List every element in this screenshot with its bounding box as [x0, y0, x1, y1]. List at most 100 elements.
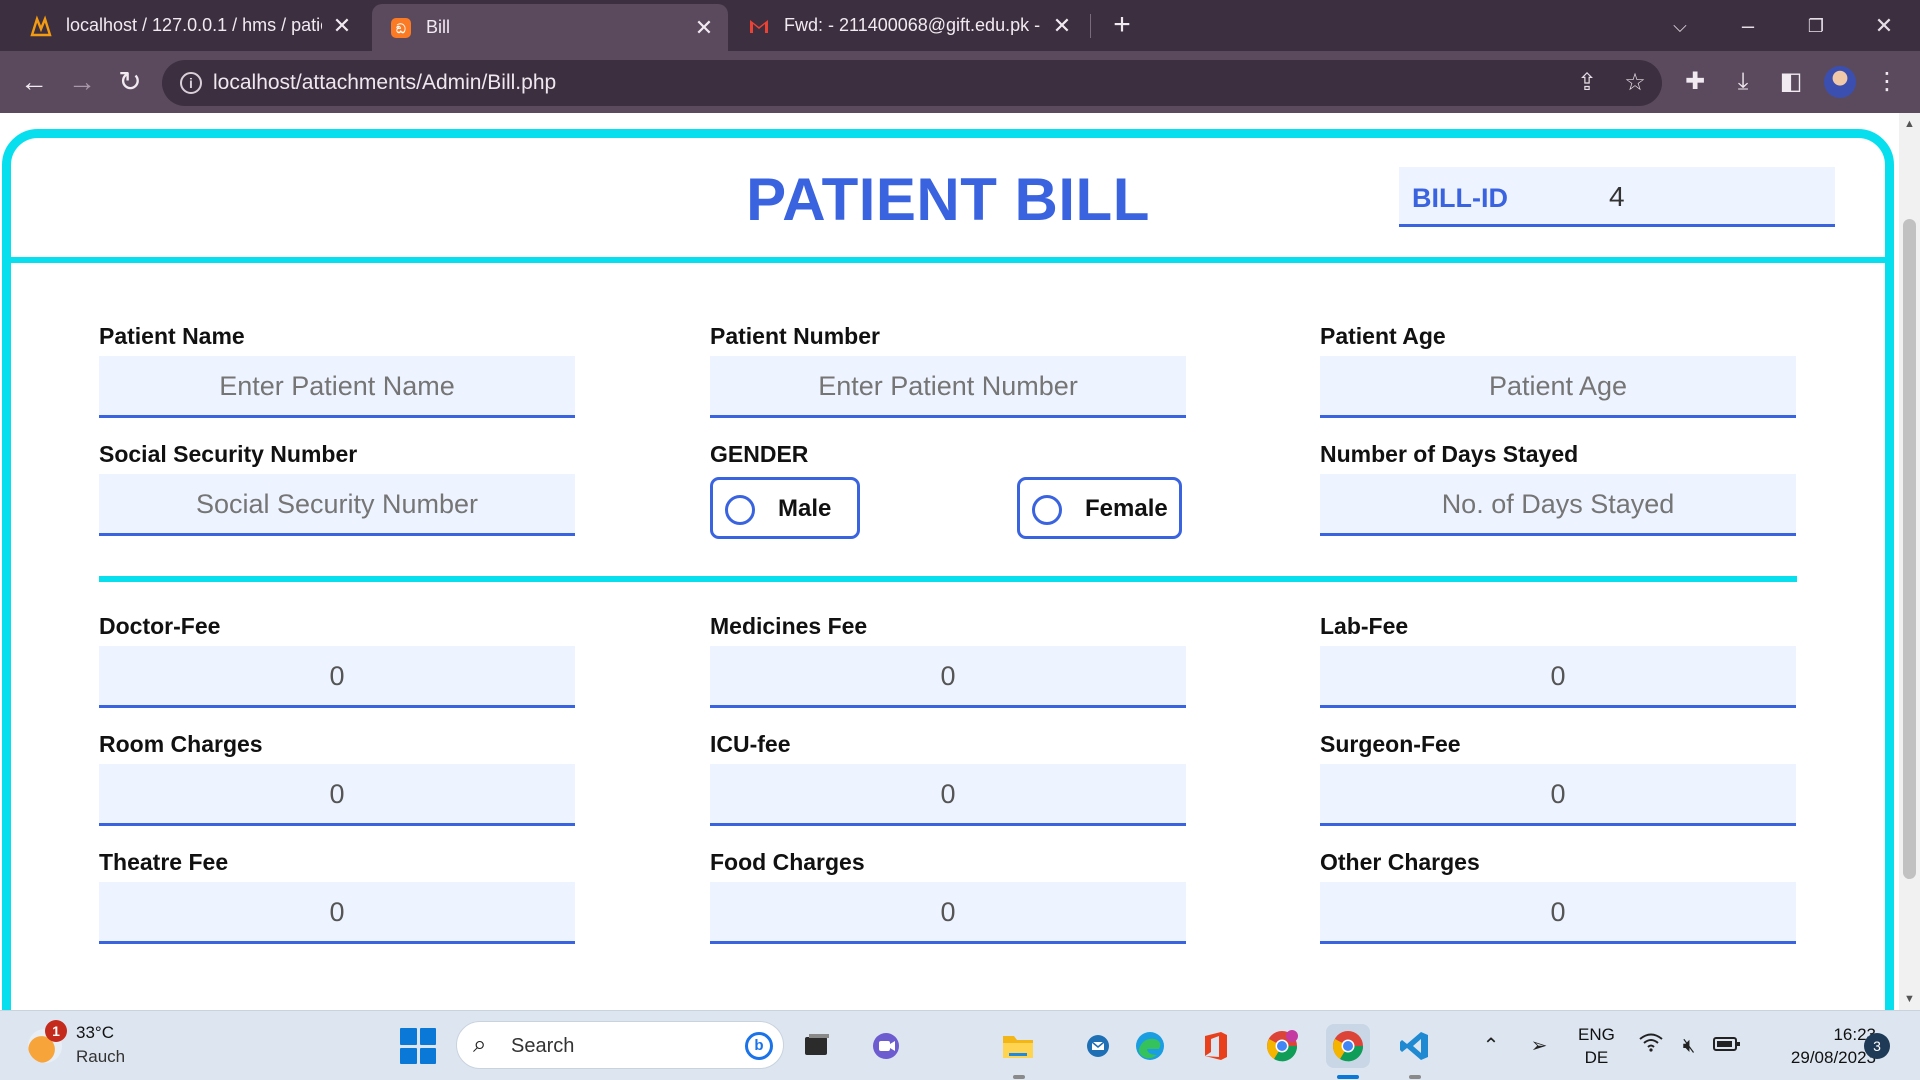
location-arrow-icon[interactable]: ➢ [1524, 1031, 1554, 1061]
task-view-icon[interactable] [795, 1024, 839, 1068]
close-tab-icon[interactable]: ✕ [694, 16, 714, 38]
food-charges-input[interactable]: 0 [710, 882, 1186, 944]
weather-badge: 1 [45, 1020, 67, 1042]
clock-date: 29/08/2023 [1790, 1048, 1876, 1067]
room-charges-input[interactable]: 0 [99, 764, 575, 826]
doctor-fee-input[interactable]: 0 [99, 646, 575, 708]
radio-circle-icon[interactable] [1032, 495, 1062, 525]
reload-icon[interactable]: ↻ [112, 64, 148, 100]
ssn-input[interactable]: Social Security Number [99, 474, 575, 536]
edge-icon[interactable] [1128, 1024, 1172, 1068]
bookmark-star-icon[interactable]: ☆ [1620, 68, 1650, 98]
theatre-fee-input[interactable]: 0 [99, 882, 575, 944]
search-icon: ⌕ [473, 1031, 487, 1058]
weather-description[interactable]: Rauch [76, 1047, 125, 1067]
bing-icon[interactable]: b [745, 1032, 773, 1060]
site-info-icon[interactable]: i [180, 72, 202, 94]
medicines-fee-input[interactable]: 0 [710, 646, 1186, 708]
tab-gmail[interactable]: Fwd: - 211400068@gift.edu.pk - ✕ [734, 0, 1086, 51]
profile-avatar[interactable] [1824, 66, 1856, 98]
medicines-fee-label: Medicines Fee [710, 613, 868, 639]
tab-search-chevron-icon[interactable]: ⌵ [1660, 6, 1700, 46]
scroll-up-icon[interactable]: ▲ [1903, 117, 1916, 131]
new-tab-button[interactable]: + [1106, 10, 1138, 42]
bill-id-box: BILL-ID 4 [1399, 167, 1835, 227]
patient-number-input[interactable]: Enter Patient Number [710, 356, 1186, 418]
minimize-icon[interactable]: – [1728, 6, 1768, 46]
tab-title: Bill [426, 17, 451, 37]
gender-male-label[interactable]: Male [778, 495, 831, 523]
notification-badge[interactable]: 3 [1864, 1033, 1890, 1059]
chrome-icon[interactable] [1326, 1024, 1370, 1068]
gmail-icon [750, 19, 768, 33]
page-scrollbar[interactable]: ▲ ▼ [1899, 113, 1920, 1010]
taskbar-search-box[interactable]: ⌕ Search b [456, 1021, 784, 1069]
url-text[interactable]: localhost/attachments/Admin/Bill.php [213, 71, 556, 95]
header-divider [2, 257, 1894, 263]
back-arrow-icon[interactable]: ← [16, 64, 52, 100]
vscode-icon[interactable] [1392, 1024, 1436, 1068]
scroll-down-icon[interactable]: ▼ [1903, 992, 1916, 1006]
menu-kebab-icon[interactable]: ⋮ [1870, 65, 1904, 99]
teams-chat-icon[interactable] [864, 1024, 908, 1068]
running-indicator [1409, 1075, 1421, 1079]
other-charges-input[interactable]: 0 [1320, 882, 1796, 944]
tab-title: Fwd: - 211400068@gift.edu.pk - [784, 15, 1041, 35]
language-line2: DE [1584, 1048, 1609, 1067]
weather-temperature[interactable]: 33°C [76, 1023, 114, 1043]
browser-toolbar: ← → ↻ i localhost/attachments/Admin/Bill… [0, 51, 1920, 113]
battery-icon[interactable] [1712, 1031, 1742, 1061]
patient-age-input[interactable]: Patient Age [1320, 356, 1796, 418]
language-indicator[interactable]: ENG DE [1578, 1023, 1615, 1069]
food-charges-label: Food Charges [710, 849, 865, 875]
lab-fee-label: Lab-Fee [1320, 613, 1409, 639]
gender-male-radio[interactable]: Male [710, 477, 860, 539]
gender-female-label[interactable]: Female [1085, 495, 1168, 523]
patient-name-label: Patient Name [99, 323, 245, 349]
section-divider [99, 576, 1797, 582]
radio-circle-icon[interactable] [725, 495, 755, 525]
restore-icon[interactable]: ❐ [1796, 6, 1836, 46]
address-bar[interactable]: i localhost/attachments/Admin/Bill.php ⇪… [162, 60, 1662, 106]
taskbar-search-label[interactable]: Search [511, 1035, 574, 1058]
theatre-fee-label: Theatre Fee [99, 849, 229, 875]
doctor-fee-label: Doctor-Fee [99, 613, 221, 639]
clock[interactable]: 16:23 29/08/2023 [1756, 1023, 1876, 1069]
gender-label: GENDER [710, 441, 809, 467]
close-tab-icon[interactable]: ✕ [332, 14, 352, 36]
file-explorer-icon[interactable] [996, 1024, 1040, 1068]
tab-separator [1090, 14, 1091, 38]
chrome-profile-icon[interactable] [1260, 1024, 1304, 1068]
tab-phpmyadmin[interactable]: localhost / 127.0.0.1 / hms / patie ✕ [0, 0, 366, 51]
speaker-muted-icon[interactable]: 🔇︎ [1674, 1031, 1704, 1061]
bill-id-value: 4 [1609, 181, 1625, 212]
days-stayed-input[interactable]: No. of Days Stayed [1320, 474, 1796, 536]
bill-id-label: BILL-ID [1412, 183, 1508, 213]
ssn-label: Social Security Number [99, 441, 358, 467]
side-panel-icon[interactable]: ◧ [1774, 65, 1808, 99]
tab-bill[interactable]: ඞ Bill ✕ [372, 4, 728, 51]
wifi-icon[interactable] [1636, 1031, 1666, 1061]
patient-name-input[interactable]: Enter Patient Name [99, 356, 575, 418]
office-icon[interactable] [1194, 1024, 1238, 1068]
download-icon[interactable]: ⤓ [1726, 65, 1760, 99]
extensions-puzzle-icon[interactable]: ✚ [1678, 65, 1712, 99]
scrollbar-thumb[interactable] [1903, 219, 1916, 879]
surgeon-fee-input[interactable]: 0 [1320, 764, 1796, 826]
windows-start-icon[interactable] [400, 1028, 436, 1064]
forward-arrow-icon[interactable]: → [64, 64, 100, 100]
active-indicator [1337, 1075, 1359, 1079]
close-window-icon[interactable]: ✕ [1864, 6, 1904, 46]
browser-tab-strip: localhost / 127.0.0.1 / hms / patie ✕ ඞ … [0, 0, 1920, 51]
mail-icon[interactable] [1076, 1024, 1120, 1068]
page-viewport: PATIENT BILL BILL-ID 4 Patient Name Ente… [0, 113, 1899, 1010]
lab-fee-input[interactable]: 0 [1320, 646, 1796, 708]
gender-female-radio[interactable]: Female [1017, 477, 1182, 539]
share-icon[interactable]: ⇪ [1572, 68, 1602, 98]
icu-fee-input[interactable]: 0 [710, 764, 1186, 826]
other-charges-label: Other Charges [1320, 849, 1480, 875]
svg-text:ඞ: ඞ [396, 21, 406, 36]
close-tab-icon[interactable]: ✕ [1052, 14, 1072, 36]
chevron-up-icon[interactable]: ⌃ [1476, 1031, 1506, 1061]
patient-number-label: Patient Number [710, 323, 880, 349]
